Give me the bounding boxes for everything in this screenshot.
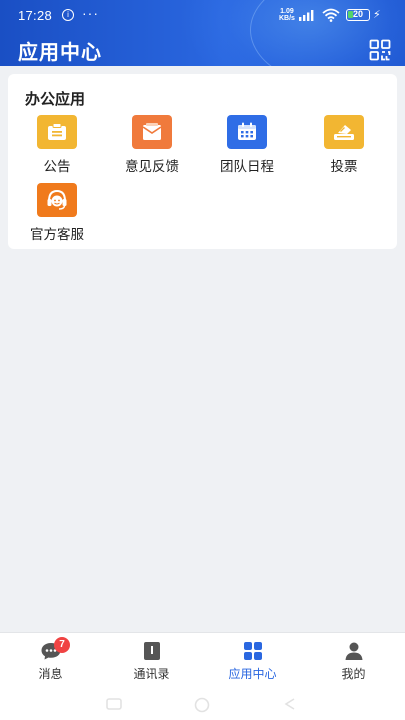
- info-icon: i: [62, 9, 74, 21]
- apps-grid-icon: [244, 642, 262, 660]
- notice-icon: [37, 115, 77, 149]
- page-title: 应用中心: [18, 42, 102, 64]
- tab-messages[interactable]: 7 消息: [0, 633, 101, 689]
- app-label: 公告: [43, 159, 71, 174]
- app-feedback[interactable]: 意见反馈: [107, 115, 197, 177]
- recent-apps-icon[interactable]: [105, 697, 123, 711]
- profile-icon: [345, 642, 363, 660]
- app-team-schedule[interactable]: 团队日程: [202, 115, 292, 177]
- status-time: 17:28: [18, 8, 53, 23]
- wifi-icon: [322, 8, 340, 22]
- office-apps-card: 办公应用 公告 意见反馈 团队日程 投票 官方客服: [8, 74, 397, 249]
- tab-label: 我的: [341, 667, 366, 681]
- tab-app-center[interactable]: 应用中心: [202, 633, 303, 689]
- network-speed: 1.09 KB/s: [279, 8, 295, 22]
- home-icon[interactable]: [192, 697, 212, 713]
- tab-label: 消息: [38, 667, 63, 681]
- app-customer-service[interactable]: 官方客服: [12, 183, 102, 245]
- unread-badge: 7: [54, 637, 70, 653]
- battery-level: 20: [352, 9, 363, 19]
- tab-contacts[interactable]: 通讯录: [101, 633, 202, 689]
- status-bar: 17:28 i ··· 1.09 KB/s 20 ⚡: [0, 0, 405, 30]
- tab-profile[interactable]: 我的: [303, 633, 404, 689]
- charging-icon: ⚡: [373, 9, 381, 21]
- app-notice[interactable]: 公告: [12, 115, 102, 177]
- customer-service-icon: [37, 183, 77, 217]
- app-label: 意见反馈: [125, 159, 179, 174]
- more-notifications-icon: ···: [82, 5, 99, 21]
- feedback-icon: [132, 115, 172, 149]
- signal-icon: [299, 10, 314, 21]
- network-speed-unit: KB/s: [279, 15, 295, 22]
- vote-icon: [324, 115, 364, 149]
- back-icon[interactable]: [282, 697, 298, 711]
- battery-icon: 20: [346, 9, 370, 21]
- app-header: 17:28 i ··· 1.09 KB/s 20 ⚡ 应用中心: [0, 0, 405, 66]
- contacts-icon: [144, 642, 160, 660]
- scan-qr-icon[interactable]: [369, 39, 391, 61]
- bottom-tab-bar: 7 消息 通讯录 应用中心 我的: [0, 632, 405, 688]
- tab-label: 通讯录: [133, 667, 170, 681]
- calendar-icon: [227, 115, 267, 149]
- app-label: 团队日程: [220, 159, 274, 174]
- app-vote[interactable]: 投票: [299, 115, 389, 177]
- system-nav-bar: [0, 688, 405, 720]
- app-label: 投票: [330, 159, 358, 174]
- tab-label: 应用中心: [228, 667, 277, 681]
- app-label: 官方客服: [30, 227, 84, 242]
- network-speed-value: 1.09: [280, 8, 294, 15]
- section-title: 办公应用: [25, 91, 86, 108]
